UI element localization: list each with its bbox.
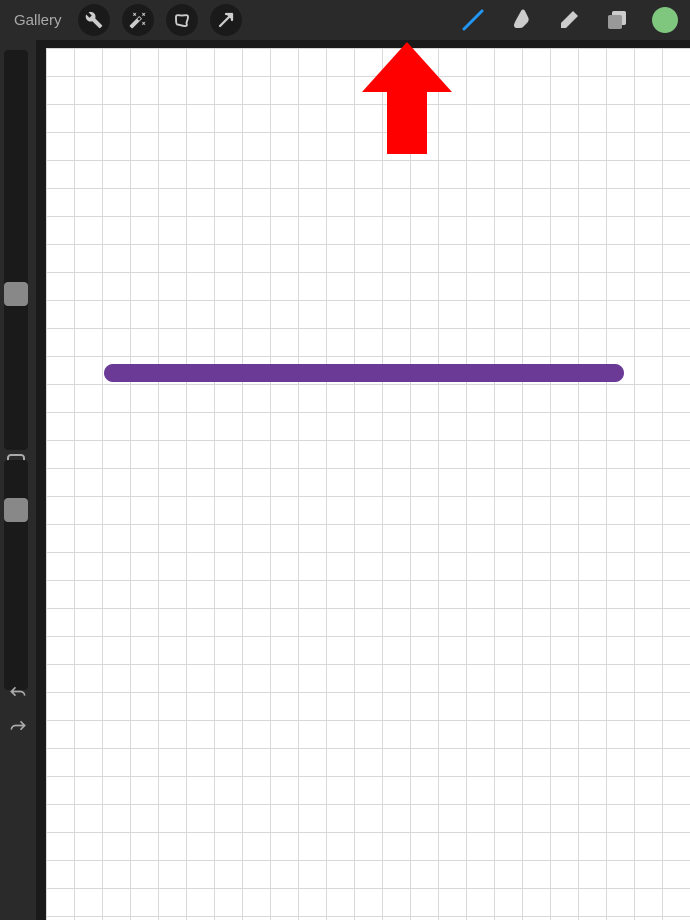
- left-sidebar: [0, 40, 36, 920]
- opacity-slider-thumb[interactable]: [4, 498, 28, 522]
- undo-button[interactable]: [6, 682, 30, 706]
- canvas-area: [36, 40, 690, 920]
- layers-tool[interactable]: [604, 7, 630, 33]
- undo-redo-group: [0, 682, 36, 740]
- brush-icon: [461, 8, 485, 32]
- brush-size-slider-thumb[interactable]: [4, 282, 28, 306]
- selection-icon: [173, 11, 191, 29]
- undo-icon: [8, 684, 28, 704]
- layers-icon: [605, 8, 629, 32]
- opacity-slider-track[interactable]: [4, 460, 28, 690]
- brush-size-slider-track[interactable]: [4, 50, 28, 450]
- redo-icon: [8, 718, 28, 738]
- gallery-button[interactable]: Gallery: [6, 12, 70, 29]
- wrench-tool[interactable]: [78, 4, 110, 36]
- selection-tool[interactable]: [166, 4, 198, 36]
- drawn-stroke: [104, 364, 624, 382]
- drawing-canvas[interactable]: [46, 48, 690, 920]
- eraser-icon: [557, 8, 581, 32]
- smudge-icon: [509, 8, 533, 32]
- transform-tool[interactable]: [210, 4, 242, 36]
- wand-icon: [129, 11, 147, 29]
- arrow-icon: [217, 11, 235, 29]
- wrench-icon: [85, 11, 103, 29]
- tool-group-right: [460, 7, 684, 33]
- color-picker[interactable]: [652, 7, 678, 33]
- top-toolbar: Gallery: [0, 0, 690, 40]
- eraser-tool[interactable]: [556, 7, 582, 33]
- smudge-tool[interactable]: [508, 7, 534, 33]
- brush-tool[interactable]: [460, 7, 486, 33]
- wand-tool[interactable]: [122, 4, 154, 36]
- redo-button[interactable]: [6, 716, 30, 740]
- tool-group-left: [78, 4, 242, 36]
